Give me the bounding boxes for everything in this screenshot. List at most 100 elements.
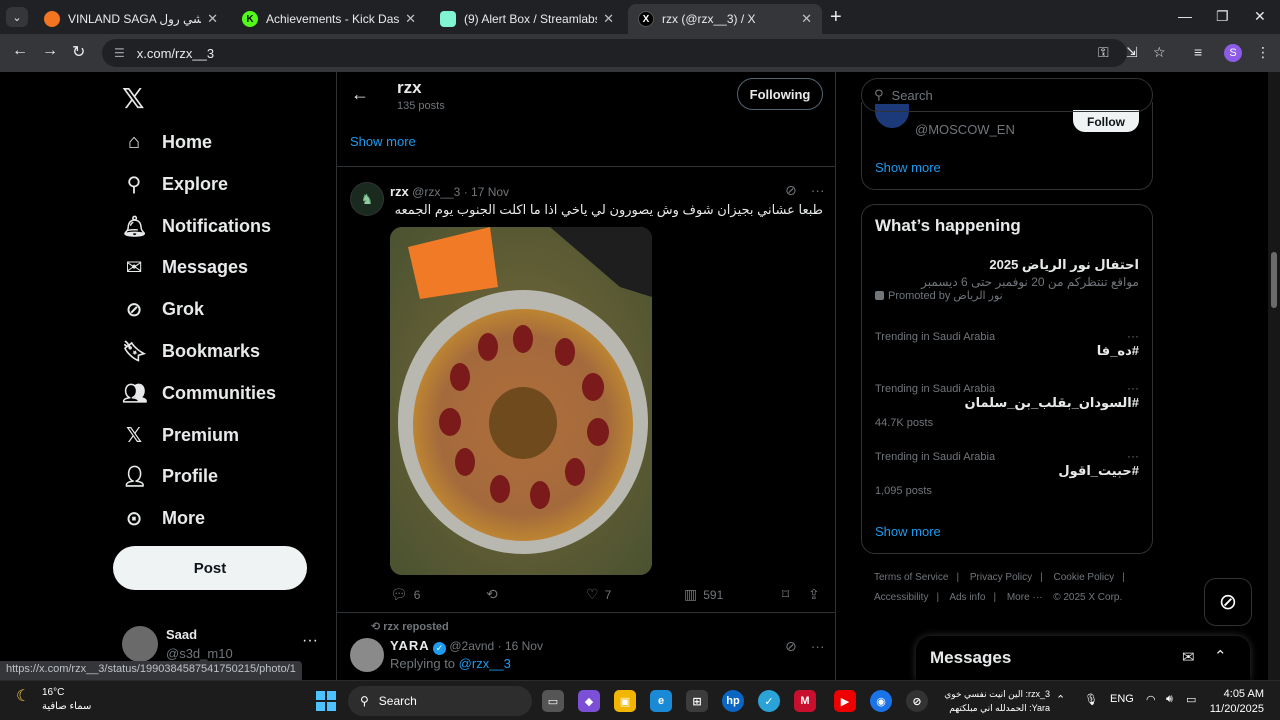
reload-icon[interactable]: ↻ — [72, 42, 85, 62]
nav-home[interactable]: ⌂ Home — [122, 122, 212, 162]
copilot-icon[interactable]: ◆ — [578, 690, 600, 712]
accessibility-link[interactable]: Accessibility — [874, 592, 928, 603]
scrollbar-thumb[interactable] — [1271, 252, 1277, 308]
nav-bookmarks[interactable]: 🔖︎ Bookmarks — [122, 331, 260, 371]
edge-icon[interactable]: e — [650, 690, 672, 712]
chevron-up-icon[interactable]: ⌃ — [1056, 693, 1065, 706]
hp-icon[interactable]: hp — [722, 690, 744, 712]
avatar[interactable]: ♞ — [350, 182, 384, 216]
address-bar[interactable]: ☰ x.com/rzx__3 — [102, 39, 1127, 67]
tweet-photo[interactable] — [390, 227, 652, 575]
page-scrollbar[interactable] — [1268, 72, 1280, 680]
tab-x-profile[interactable]: X rzx (@rzx__3) / X ✕ — [628, 4, 822, 34]
more-dots-icon[interactable]: ··· — [811, 638, 825, 654]
show-more-link[interactable]: Show more — [875, 524, 941, 539]
more-link[interactable]: More ··· — [1007, 592, 1043, 603]
norton-icon[interactable]: ✓ — [758, 690, 780, 712]
more-dots-icon[interactable]: ··· — [811, 182, 825, 198]
share-button[interactable]: ⇪ — [808, 586, 826, 603]
chrome-icon[interactable]: ◉ — [870, 690, 892, 712]
tab-streamlabs[interactable]: (9) Alert Box / Streamlabs ✕ — [430, 4, 624, 34]
like-button[interactable]: ♡ 7 — [586, 586, 611, 603]
mcafee-icon[interactable]: M — [794, 690, 816, 712]
tweet-date[interactable]: 17 Nov — [471, 185, 509, 199]
weather-widget[interactable]: ☾ 16°C سماء صافية — [16, 686, 91, 714]
suggested-handle[interactable]: @MOSCOW_EN — [915, 122, 1015, 137]
show-more-link[interactable]: Show more — [350, 134, 416, 149]
minimize-icon[interactable]: — — [1178, 8, 1192, 24]
more-dots-icon[interactable]: ··· — [1127, 449, 1139, 463]
tab-search-button[interactable]: ⌄ — [6, 7, 28, 27]
new-message-icon[interactable]: ✉ — [1182, 648, 1195, 666]
nav-communities[interactable]: 👥︎ Communities — [122, 373, 276, 413]
tab-kick[interactable]: K Achievements - Kick Dashboard ✕ — [232, 4, 426, 34]
tab-vinland[interactable]: VINLAND SAGA للي كرانشي رول ✕ — [34, 4, 228, 34]
avatar[interactable] — [350, 638, 384, 672]
grok-icon[interactable]: ⊘ — [785, 638, 797, 654]
show-more-link[interactable]: Show more — [875, 160, 941, 175]
following-button[interactable]: Following — [737, 78, 823, 110]
install-app-icon[interactable]: ⇲ — [1126, 44, 1138, 61]
post-button[interactable]: Post — [113, 546, 307, 590]
more-dots-icon[interactable]: ··· — [1127, 329, 1139, 343]
nav-messages[interactable]: ✉ Messages — [122, 247, 248, 287]
site-info-icon[interactable]: ☰ — [114, 46, 125, 60]
grok-icon[interactable]: ⊘ — [785, 182, 797, 198]
follow-button[interactable]: Follow — [1073, 110, 1139, 132]
file-explorer-icon[interactable]: ▣ — [614, 690, 636, 712]
x-logo-icon[interactable]: 𝕏 — [122, 82, 145, 115]
grok-floating-button[interactable]: ⊘ — [1204, 578, 1252, 626]
repost-button[interactable]: ⟲ — [486, 586, 504, 603]
nav-premium[interactable]: 𝕏 Premium — [122, 415, 239, 455]
store-icon[interactable]: ⊞ — [686, 690, 708, 712]
ads-info-link[interactable]: Ads info — [949, 592, 985, 603]
expand-up-icon[interactable]: ⌃ — [1214, 647, 1227, 665]
key-icon[interactable]: ⚿ — [1098, 44, 1109, 61]
cookie-link[interactable]: Cookie Policy — [1054, 572, 1115, 583]
trend-item[interactable]: Trending in Saudi Arabia ··· #ده_فا — [875, 329, 1139, 359]
close-icon[interactable]: ✕ — [207, 11, 218, 27]
tweet-author-name[interactable]: rzx — [390, 184, 409, 199]
nav-profile[interactable]: 👤︎ Profile — [122, 456, 218, 496]
youtube-icon[interactable]: ▶ — [834, 690, 856, 712]
kebab-menu-icon[interactable]: ⋮ — [1256, 44, 1270, 61]
notification-preview[interactable]: rzx_3: الين انيت نفسي خوي Yara: الحمدلله… — [930, 687, 1050, 715]
nav-more[interactable]: ⊙ More — [122, 498, 205, 538]
restore-icon[interactable]: ❐ — [1216, 8, 1229, 25]
back-arrow-icon[interactable]: ← — [351, 84, 369, 105]
battery-icon[interactable]: ▭ — [1186, 693, 1196, 706]
media-control-icon[interactable]: ≡ — [1194, 44, 1202, 60]
clock[interactable]: 4:05 AM 11/20/2025 — [1208, 687, 1264, 717]
back-arrow-icon[interactable]: ← — [12, 42, 28, 60]
tweet-author-handle[interactable]: @rzx__3 — [412, 185, 460, 199]
reply-button[interactable]: 💬︎ 6 — [390, 586, 420, 603]
privacy-link[interactable]: Privacy Policy — [970, 572, 1032, 583]
bookmark-button[interactable]: ⌑ — [782, 586, 795, 603]
forward-arrow-icon[interactable]: → — [42, 42, 58, 60]
speaker-icon[interactable]: 🔊︎ — [1166, 693, 1173, 706]
tweet-author-handle[interactable]: @2avnd — [449, 639, 494, 653]
task-view-icon[interactable]: ▭ — [542, 690, 564, 712]
close-icon[interactable]: ✕ — [405, 11, 416, 27]
windows-start-icon[interactable] — [316, 691, 336, 711]
replying-to-link[interactable]: @rzx__3 — [459, 656, 511, 671]
more-dots-icon[interactable]: ··· — [1127, 381, 1139, 395]
messages-drawer[interactable]: Messages ✉ ⌃ — [916, 636, 1250, 680]
window-close-icon[interactable]: ✕ — [1254, 8, 1266, 25]
account-switcher[interactable]: Saad @s3d_m10 ··· — [122, 624, 322, 664]
wifi-icon[interactable]: ◠ — [1146, 693, 1156, 706]
nav-grok[interactable]: ⊘ Grok — [122, 289, 204, 329]
views-button[interactable]: ▥ 591 — [684, 586, 723, 603]
language-indicator[interactable]: ENG — [1110, 693, 1134, 705]
search-input[interactable]: ⚲ Search — [861, 78, 1153, 112]
more-dots-icon[interactable]: ··· — [302, 632, 318, 650]
trend-item[interactable]: Trending in Saudi Arabia ··· #حبيت_اقول … — [875, 449, 1139, 497]
promoted-trend[interactable]: احتفال نور الرياض 2025 مواقع تنتظركم من … — [875, 257, 1139, 302]
nav-explore[interactable]: ⚲ Explore — [122, 164, 228, 204]
nav-notifications[interactable]: 🔔︎ Notifications — [122, 206, 271, 246]
grok-app-icon[interactable]: ⊘ — [906, 690, 928, 712]
bookmark-star-icon[interactable]: ☆ — [1153, 44, 1166, 61]
close-icon[interactable]: ✕ — [801, 11, 812, 27]
tweet-date[interactable]: 16 Nov — [505, 639, 543, 653]
microphone-icon[interactable]: 🎙︎ — [1084, 693, 1098, 706]
